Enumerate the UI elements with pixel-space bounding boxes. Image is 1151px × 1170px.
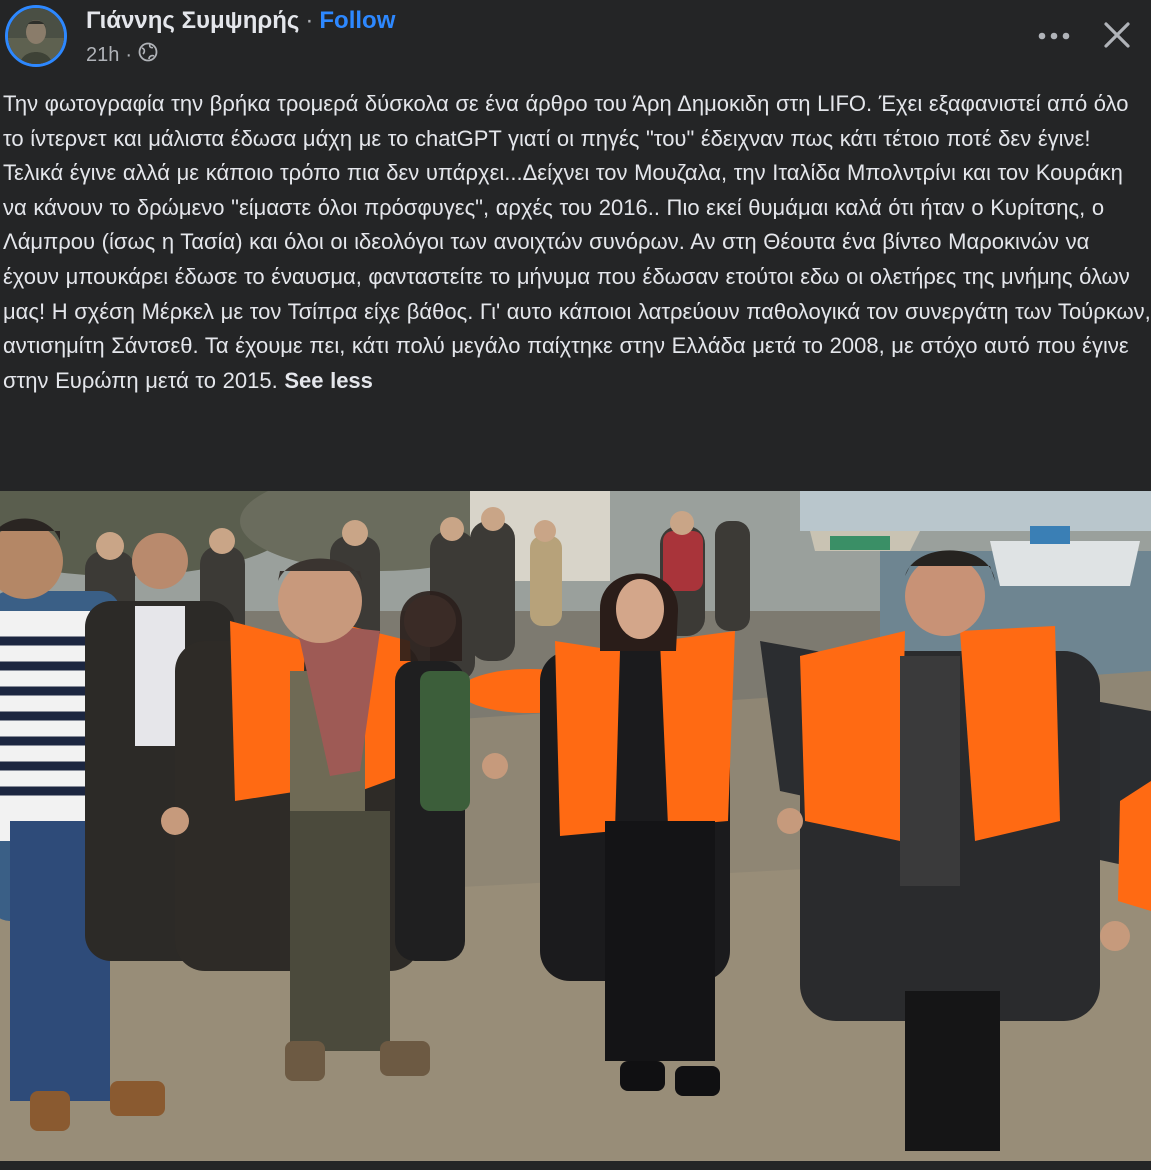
post-meta: 21h · <box>86 42 158 68</box>
photo-illustration <box>0 491 1151 1161</box>
avatar[interactable] <box>5 5 67 67</box>
bottom-divider <box>0 1161 1151 1170</box>
facebook-post: Γιάννης Συμψηρής · Follow 21h · Την φωτο… <box>0 0 1151 1170</box>
meta-separator: · <box>125 43 133 66</box>
avatar-image <box>8 8 64 64</box>
post-text: Την φωτογραφία την βρήκα τρομερά δύσκολα… <box>3 91 1151 393</box>
post-header: Γιάννης Συμψηρής · Follow 21h · <box>0 0 1151 80</box>
see-less-link[interactable]: See less <box>284 368 373 393</box>
author-line: Γιάννης Συμψηρής · Follow <box>86 7 395 35</box>
timestamp[interactable]: 21h <box>86 44 119 67</box>
close-button[interactable] <box>1094 12 1140 58</box>
close-icon <box>1104 22 1130 48</box>
globe-icon[interactable] <box>138 42 158 68</box>
post-body: Την φωτογραφία την βρήκα τρομερά δύσκολα… <box>3 87 1151 398</box>
follow-button[interactable]: Follow <box>319 7 395 34</box>
post-photo[interactable] <box>0 491 1151 1161</box>
more-options-icon <box>1038 32 1070 40</box>
author-name[interactable]: Γιάννης Συμψηρής <box>86 7 299 34</box>
more-options-button[interactable] <box>1028 16 1080 56</box>
follow-separator: · <box>305 7 314 34</box>
